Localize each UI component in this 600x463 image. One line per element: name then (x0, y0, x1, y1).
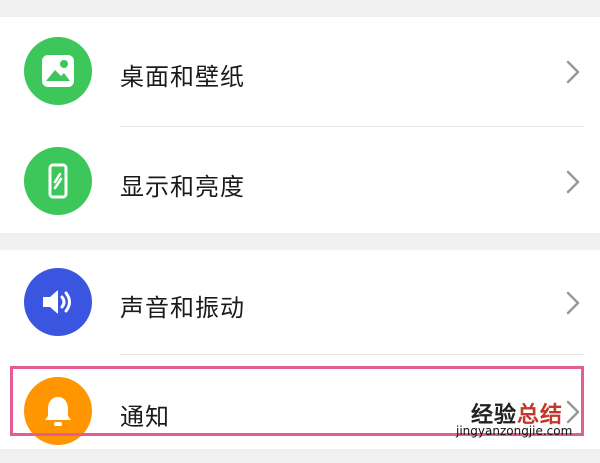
chevron-right-icon (566, 400, 580, 424)
settings-item-label: 桌面和壁纸 (120, 63, 245, 91)
settings-item-label: 显示和亮度 (120, 173, 245, 201)
chevron-right-icon (566, 291, 580, 315)
settings-group-display: 桌面和壁纸 显示和亮度 (0, 17, 600, 233)
settings-item-wallpaper[interactable]: 桌面和壁纸 (0, 17, 600, 125)
speaker-volume-icon (24, 268, 92, 336)
settings-item-label: 声音和振动 (120, 294, 245, 322)
settings-item-label: 通知 (120, 403, 170, 431)
bell-icon (24, 377, 92, 445)
chevron-right-icon (566, 170, 580, 194)
phone-display-icon (24, 147, 92, 215)
settings-item-display[interactable]: 显示和亮度 (0, 127, 600, 235)
wallpaper-image-icon (24, 37, 92, 105)
watermark-url: jingyanzongjie.com (456, 424, 573, 438)
chevron-right-icon (566, 60, 580, 84)
settings-item-sound[interactable]: 声音和振动 (0, 250, 600, 358)
